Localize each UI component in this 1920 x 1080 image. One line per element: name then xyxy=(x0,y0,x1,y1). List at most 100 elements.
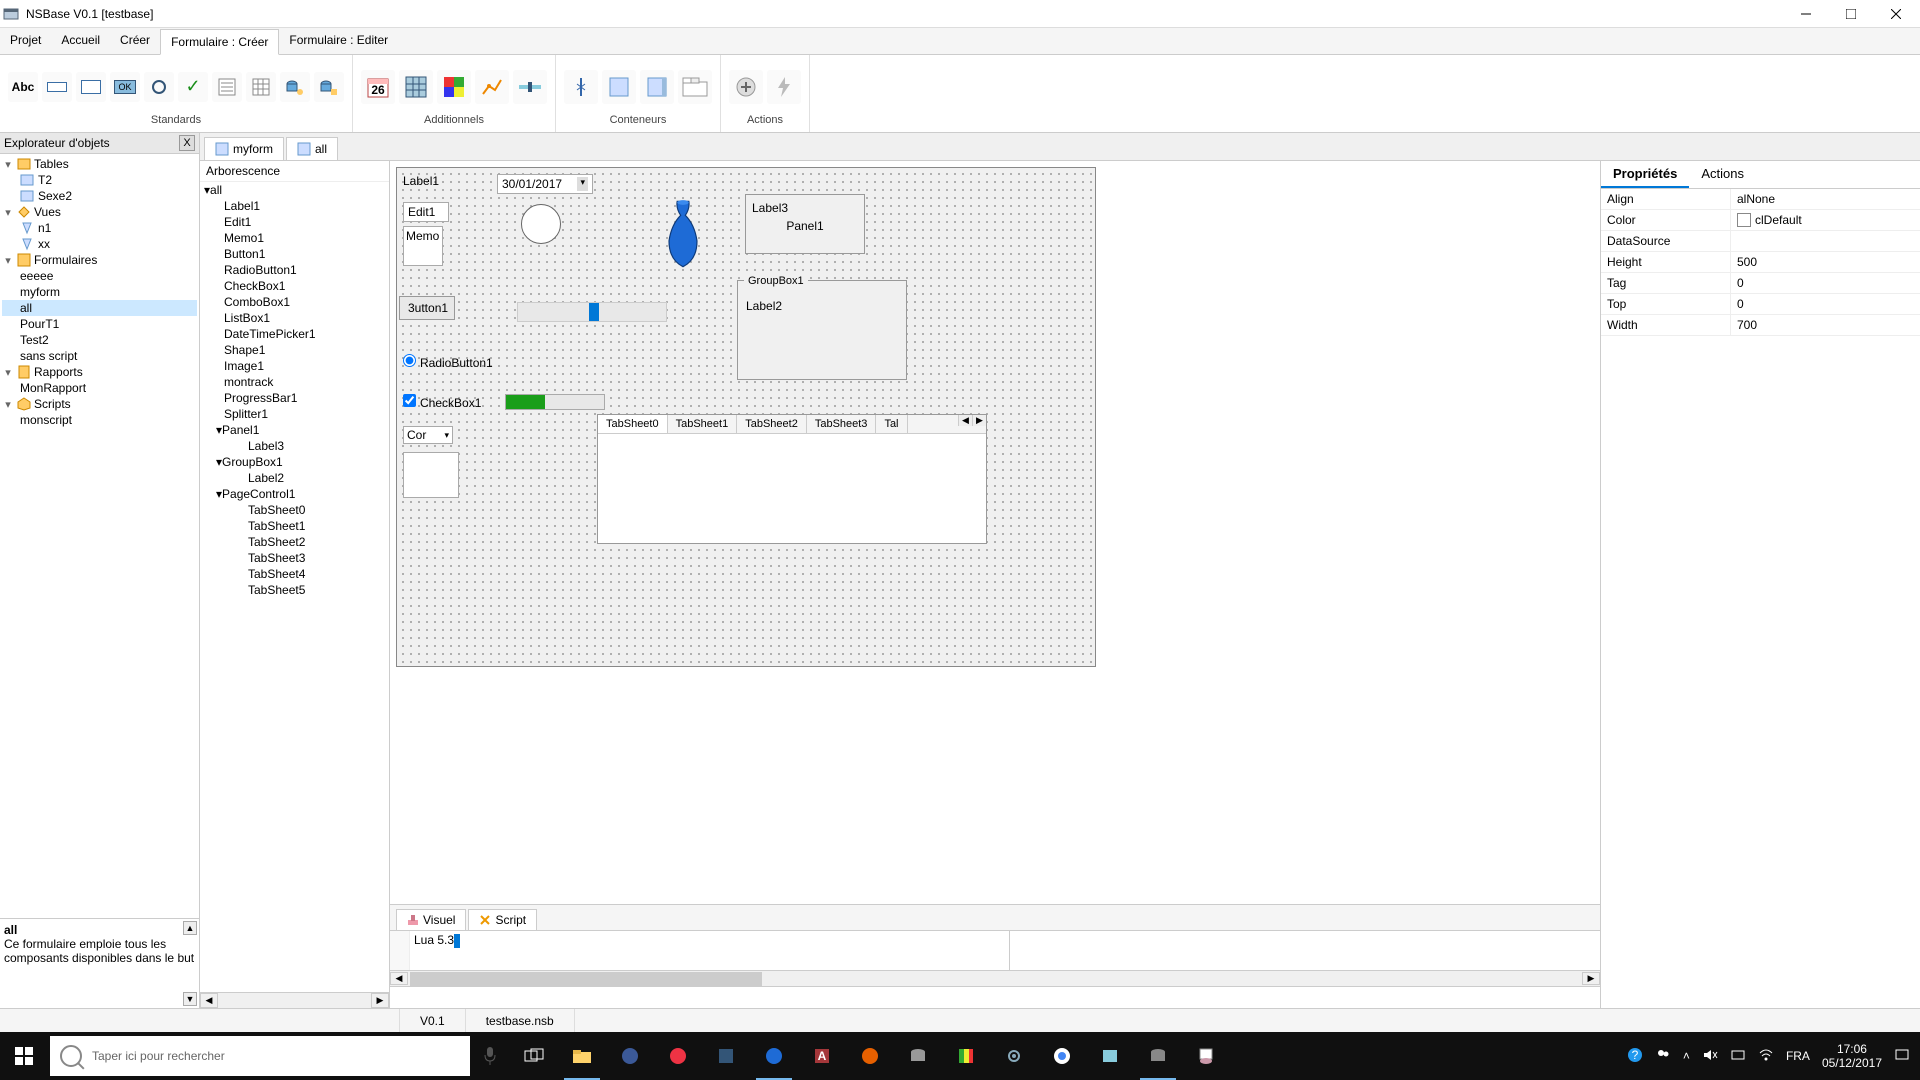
pagetab-2[interactable]: TabSheet2 xyxy=(737,415,807,433)
tool-chart[interactable] xyxy=(475,70,509,104)
designtab-visuel[interactable]: Visuel xyxy=(396,909,466,930)
tray-chevron-up-icon[interactable]: ˄ xyxy=(1683,1049,1690,1063)
proptab-actions[interactable]: Actions xyxy=(1689,161,1756,188)
tb-db[interactable] xyxy=(894,1032,942,1080)
tool-memo[interactable] xyxy=(76,72,106,102)
ctree-item[interactable]: TabSheet1 xyxy=(212,518,389,534)
tree-tables[interactable]: Tables xyxy=(2,156,197,172)
form-canvas[interactable]: Label1 30/01/2017▾ Edit1 Memo Label3 Pan… xyxy=(396,167,1096,667)
pagetab-left[interactable]: ◀ xyxy=(958,415,972,426)
tray-clock[interactable]: 17:06 05/12/2017 xyxy=(1822,1042,1882,1071)
form-designer[interactable]: Label1 30/01/2017▾ Edit1 Memo Label3 Pan… xyxy=(390,161,1600,904)
tool-radio[interactable] xyxy=(144,72,174,102)
tray-people-icon[interactable] xyxy=(1655,1047,1671,1066)
prop-row-height[interactable]: Height500 xyxy=(1601,252,1920,273)
tree-vues[interactable]: Vues xyxy=(2,204,197,220)
ctree-item[interactable]: TabSheet3 xyxy=(212,550,389,566)
ctree-root[interactable]: all xyxy=(200,182,389,198)
tray-help-icon[interactable]: ? xyxy=(1627,1047,1643,1066)
designtab-script[interactable]: Script xyxy=(468,909,537,930)
scroll-left-icon[interactable]: ◀ xyxy=(200,993,218,1008)
explorer-tree[interactable]: Tables T2 Sexe2 Vues n1 xx Formulaires e… xyxy=(0,154,199,918)
tree-scripts[interactable]: Scripts xyxy=(2,396,197,412)
ctree-item[interactable]: TabSheet2 xyxy=(212,534,389,550)
tb-app3[interactable] xyxy=(750,1032,798,1080)
doctab-all[interactable]: all xyxy=(286,137,338,160)
mic-button[interactable] xyxy=(470,1046,510,1066)
widget-label2[interactable]: Label2 xyxy=(738,295,906,317)
ctree-panel1[interactable]: Panel1 xyxy=(212,422,389,438)
widget-memo1[interactable]: Memo xyxy=(403,226,443,266)
tb-settings[interactable] xyxy=(990,1032,1038,1080)
tool-track[interactable] xyxy=(513,70,547,104)
ctree-item[interactable]: Label2 xyxy=(212,470,389,486)
tray-notifications-icon[interactable] xyxy=(1894,1047,1910,1066)
widget-trackbar[interactable] xyxy=(517,302,667,322)
tool-flash[interactable] xyxy=(767,70,801,104)
tool-dblink2[interactable] xyxy=(314,72,344,102)
script-code[interactable]: Lua 5.3 xyxy=(410,931,1009,970)
ctree-item[interactable]: montrack xyxy=(200,374,389,390)
trackbar-thumb[interactable] xyxy=(589,303,599,321)
tree-item-test2[interactable]: Test2 xyxy=(2,332,197,348)
tool-biggrid[interactable] xyxy=(399,70,433,104)
prop-row-tag[interactable]: Tag0 xyxy=(1601,273,1920,294)
explorer-close[interactable]: X xyxy=(179,135,195,151)
tb-explorer[interactable] xyxy=(558,1032,606,1080)
radio-input[interactable] xyxy=(403,354,416,367)
scroll-right-icon[interactable]: ▶ xyxy=(1582,972,1600,985)
pagetab-1[interactable]: TabSheet1 xyxy=(668,415,738,433)
minimize-button[interactable] xyxy=(1783,0,1828,28)
scroll-right-icon[interactable]: ▶ xyxy=(371,993,389,1008)
close-button[interactable] xyxy=(1873,0,1918,28)
tray-network-icon[interactable] xyxy=(1730,1047,1746,1066)
widget-label3[interactable]: Label3 xyxy=(752,201,858,215)
tool-grid[interactable] xyxy=(246,72,276,102)
widget-groupbox1[interactable]: GroupBox1 Label2 xyxy=(737,280,907,380)
tree-item-sansscript[interactable]: sans script xyxy=(2,348,197,364)
command-input[interactable] xyxy=(390,986,1600,1008)
tb-chrome1[interactable] xyxy=(654,1032,702,1080)
tb-access[interactable]: A xyxy=(798,1032,846,1080)
tray-wifi-icon[interactable] xyxy=(1758,1047,1774,1066)
tb-app1[interactable] xyxy=(606,1032,654,1080)
tree-item-myform[interactable]: myform xyxy=(2,284,197,300)
tool-add[interactable] xyxy=(729,70,763,104)
tree-item-n1[interactable]: n1 xyxy=(2,220,197,236)
prop-row-color[interactable]: ColorclDefault xyxy=(1601,210,1920,231)
widget-label1[interactable]: Label1 xyxy=(403,174,439,188)
widget-button1[interactable]: 3utton1 xyxy=(399,296,455,320)
ctree-pagecontrol1[interactable]: PageControl1 xyxy=(212,486,389,502)
ctree-item[interactable]: Memo1 xyxy=(200,230,389,246)
start-button[interactable] xyxy=(0,1032,48,1080)
chevron-down-icon[interactable]: ▾ xyxy=(444,430,449,441)
widget-combo[interactable]: Cor▾ xyxy=(403,426,453,444)
ctree-item[interactable]: Button1 xyxy=(200,246,389,262)
tool-splitter[interactable] xyxy=(564,70,598,104)
menu-projet[interactable]: Projet xyxy=(0,28,51,54)
ctree-item[interactable]: Edit1 xyxy=(200,214,389,230)
tool-calendar[interactable]: 26 xyxy=(361,70,395,104)
tray-lang[interactable]: FRA xyxy=(1786,1049,1810,1063)
chevron-down-icon[interactable]: ▾ xyxy=(577,177,588,191)
tray-volume-muted-icon[interactable] xyxy=(1702,1047,1718,1066)
tb-nsbase[interactable] xyxy=(1134,1032,1182,1080)
tree-rapports[interactable]: Rapports xyxy=(2,364,197,380)
menu-formulaire-creer[interactable]: Formulaire : Créer xyxy=(160,29,279,55)
tb-app5[interactable] xyxy=(1086,1032,1134,1080)
tool-button[interactable]: OK xyxy=(110,72,140,102)
tool-label[interactable]: Abc xyxy=(8,72,38,102)
script-hscroll[interactable]: ◀ ▶ xyxy=(390,970,1600,986)
ctree-item[interactable]: RadioButton1 xyxy=(200,262,389,278)
ctree-item[interactable]: DateTimePicker1 xyxy=(200,326,389,342)
ctree-item[interactable]: Splitter1 xyxy=(200,406,389,422)
command-field[interactable] xyxy=(390,987,1600,1008)
proptab-proprietes[interactable]: Propriétés xyxy=(1601,161,1689,188)
tb-firefox[interactable] xyxy=(846,1032,894,1080)
ctree-item[interactable]: ProgressBar1 xyxy=(200,390,389,406)
taskbar-search[interactable]: Taper ici pour rechercher xyxy=(50,1036,470,1076)
tb-chrome2[interactable] xyxy=(1038,1032,1086,1080)
widget-shape1[interactable] xyxy=(521,204,561,244)
menu-accueil[interactable]: Accueil xyxy=(51,28,110,54)
prop-row-top[interactable]: Top0 xyxy=(1601,294,1920,315)
